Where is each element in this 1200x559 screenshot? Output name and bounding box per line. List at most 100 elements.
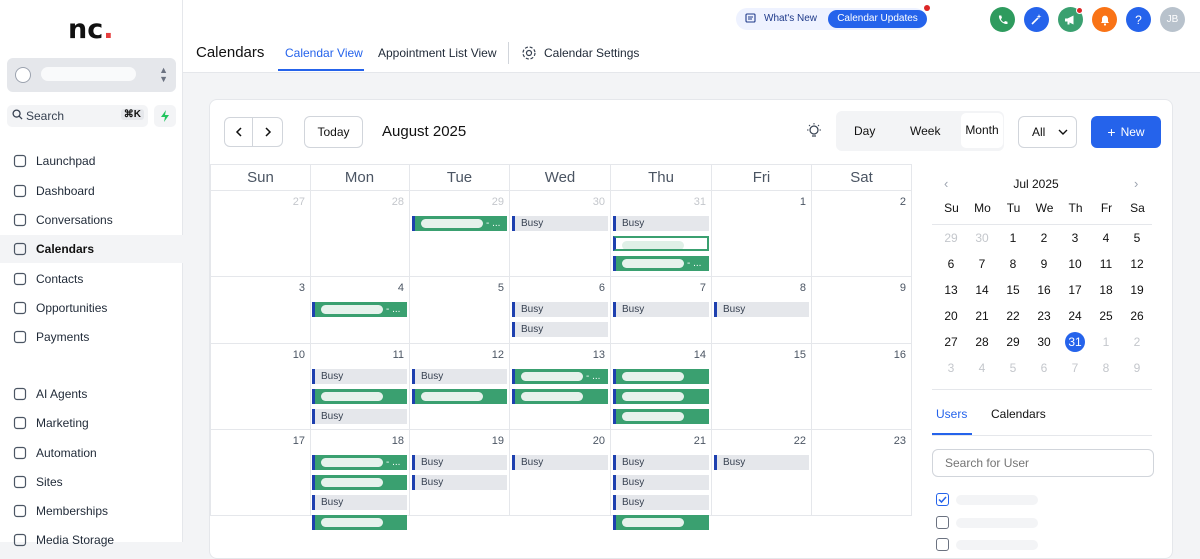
sidebar-item-launchpad[interactable]: Launchpad	[0, 147, 183, 175]
lightbulb-icon[interactable]	[806, 122, 822, 140]
mini-day[interactable]: 8	[1003, 254, 1023, 274]
sidebar-item-marketing[interactable]: Marketing	[0, 409, 183, 437]
day-cell[interactable]: 9	[812, 277, 912, 344]
mini-day[interactable]: 7	[972, 254, 992, 274]
appointment-event[interactable]	[613, 409, 709, 424]
next-month-button[interactable]	[253, 117, 283, 147]
sidebar-item-opportunities[interactable]: Opportunities	[0, 294, 183, 322]
busy-event[interactable]: Busy	[613, 475, 709, 490]
mini-day[interactable]: 9	[1127, 358, 1147, 378]
day-cell[interactable]: 10	[210, 344, 311, 430]
tab-users[interactable]: Users	[936, 407, 967, 421]
busy-event[interactable]: Busy	[613, 302, 709, 317]
mini-day[interactable]: 12	[1127, 254, 1147, 274]
mini-day[interactable]: 26	[1127, 306, 1147, 326]
appointment-event[interactable]	[412, 389, 507, 404]
appointment-event[interactable]	[613, 236, 709, 251]
brand-logo[interactable]: nc.	[68, 14, 114, 45]
mini-day[interactable]: 14	[972, 280, 992, 300]
sidebar-item-automation[interactable]: Automation	[0, 439, 183, 467]
day-cell[interactable]: 1	[712, 191, 812, 277]
day-cell[interactable]: 12	[410, 344, 510, 430]
busy-event[interactable]: Busy	[312, 409, 407, 424]
user-checkbox[interactable]	[936, 493, 949, 506]
mini-day[interactable]: 3	[941, 358, 961, 378]
mini-day[interactable]: 5	[1003, 358, 1023, 378]
phone-button[interactable]	[990, 7, 1015, 32]
mini-day[interactable]: 16	[1034, 280, 1054, 300]
sidebar-item-media-storage[interactable]: Media Storage	[0, 526, 183, 554]
day-cell[interactable]: 15	[712, 344, 812, 430]
gear-icon[interactable]	[521, 45, 537, 61]
view-week[interactable]: Week	[910, 124, 940, 138]
mini-day[interactable]: 4	[972, 358, 992, 378]
mini-day[interactable]: 29	[941, 228, 961, 248]
mini-day[interactable]: 2	[1127, 332, 1147, 352]
mini-day[interactable]: 19	[1127, 280, 1147, 300]
user-search[interactable]	[932, 449, 1154, 477]
busy-event[interactable]: Busy	[714, 302, 809, 317]
busy-event[interactable]: Busy	[613, 495, 709, 510]
mini-day[interactable]: 25	[1096, 306, 1116, 326]
mini-day[interactable]: 20	[941, 306, 961, 326]
day-cell[interactable]: 23	[812, 430, 912, 516]
day-cell[interactable]: 28	[310, 191, 410, 277]
mini-day[interactable]: 30	[972, 228, 992, 248]
mini-day[interactable]: 6	[941, 254, 961, 274]
notifications-button[interactable]	[1092, 7, 1117, 32]
user-search-input[interactable]	[945, 456, 1145, 470]
day-cell[interactable]: 19	[410, 430, 510, 516]
mini-day[interactable]: 8	[1096, 358, 1116, 378]
mini-day[interactable]: 3	[1065, 228, 1085, 248]
sidebar-item-conversations[interactable]: Conversations	[0, 206, 183, 234]
appointment-event[interactable]	[512, 389, 608, 404]
mini-day[interactable]: 1	[1096, 332, 1116, 352]
mini-day[interactable]: 10	[1065, 254, 1085, 274]
appointment-event[interactable]: - ...	[312, 302, 407, 317]
day-cell[interactable]: 13	[510, 344, 611, 430]
mini-day[interactable]: 18	[1096, 280, 1116, 300]
tab-calendar-view[interactable]: Calendar View	[285, 46, 363, 60]
busy-event[interactable]: Busy	[512, 302, 608, 317]
whats-new-banner[interactable]: What's New Calendar Updates	[736, 5, 930, 30]
mini-day[interactable]: 22	[1003, 306, 1023, 326]
day-cell[interactable]: 16	[812, 344, 912, 430]
filter-select[interactable]: All	[1018, 116, 1077, 148]
busy-event[interactable]: Busy	[512, 322, 608, 337]
help-button[interactable]: ?	[1126, 7, 1151, 32]
mini-day[interactable]: 21	[972, 306, 992, 326]
new-button[interactable]: + New	[1091, 116, 1161, 148]
mini-day[interactable]: 5	[1127, 228, 1147, 248]
sidebar-item-ai-agents[interactable]: AI Agents	[0, 380, 183, 408]
sidebar-item-dashboard[interactable]: Dashboard	[0, 177, 183, 205]
user-checkbox[interactable]	[936, 516, 949, 529]
mini-day[interactable]: 23	[1034, 306, 1054, 326]
busy-event[interactable]: Busy	[312, 495, 407, 510]
mini-day[interactable]: 2	[1034, 228, 1054, 248]
appointment-event[interactable]	[312, 515, 407, 530]
mini-day[interactable]: 9	[1034, 254, 1054, 274]
announcements-button[interactable]	[1058, 7, 1083, 32]
sidebar-item-sites[interactable]: Sites	[0, 468, 183, 496]
sidebar-item-memberships[interactable]: Memberships	[0, 497, 183, 525]
magic-button[interactable]	[1024, 7, 1049, 32]
sidebar-item-contacts[interactable]: Contacts	[0, 265, 183, 293]
sidebar-item-payments[interactable]: Payments	[0, 323, 183, 351]
mini-day[interactable]: 27	[941, 332, 961, 352]
view-month[interactable]: Month	[961, 113, 1003, 148]
day-cell[interactable]: 27	[210, 191, 311, 277]
prev-month-button[interactable]	[224, 117, 253, 147]
sidebar-item-calendars[interactable]: Calendars	[0, 235, 183, 263]
user-avatar[interactable]: JB	[1160, 7, 1185, 32]
day-cell[interactable]: 22	[712, 430, 812, 516]
view-day[interactable]: Day	[854, 124, 875, 138]
user-checkbox[interactable]	[936, 538, 949, 551]
busy-event[interactable]: Busy	[512, 216, 608, 231]
appointment-event[interactable]	[312, 389, 407, 404]
tab-calendars[interactable]: Calendars	[991, 407, 1046, 421]
busy-event[interactable]: Busy	[613, 455, 709, 470]
quick-action-button[interactable]	[154, 105, 176, 127]
mini-day-selected[interactable]: 31	[1065, 332, 1085, 352]
mini-day[interactable]: 7	[1065, 358, 1085, 378]
busy-event[interactable]: Busy	[512, 455, 608, 470]
